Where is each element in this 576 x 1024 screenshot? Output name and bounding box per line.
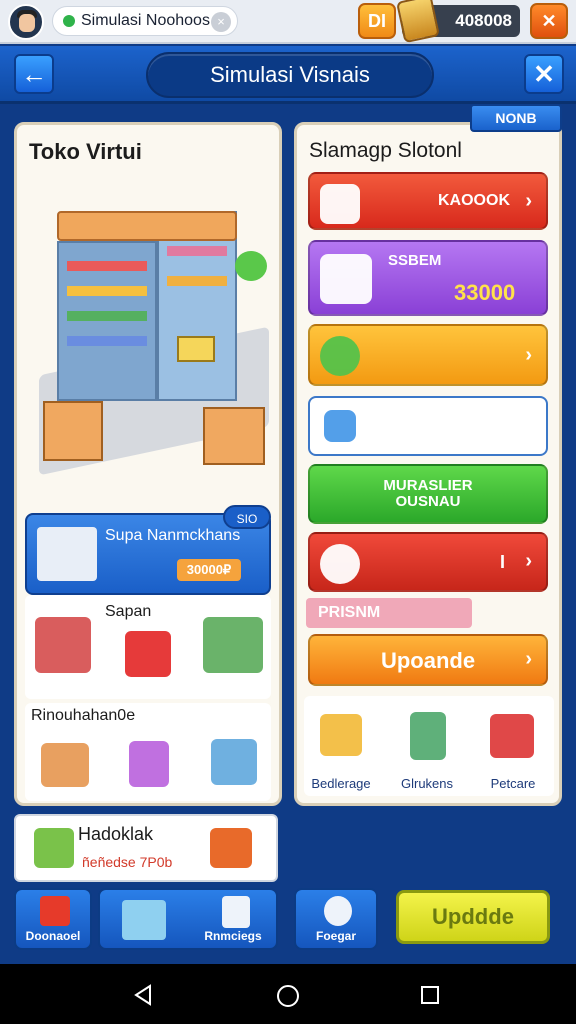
slot-button-5[interactable]: MURASLIER OUSNAU [308, 464, 548, 524]
system-nav-bar [0, 964, 576, 1024]
gift-box-icon[interactable] [129, 741, 169, 787]
chest-icon [210, 828, 252, 868]
back-button[interactable]: ← [14, 54, 54, 94]
box-icon [122, 900, 166, 940]
section-sapan: Sapan [25, 595, 271, 699]
chevron-right-icon: › [525, 344, 532, 366]
close-tab-icon[interactable]: × [211, 12, 231, 32]
chevron-right-icon: › [525, 648, 532, 670]
shopping-cart-icon[interactable] [35, 617, 91, 673]
register-icon[interactable] [211, 739, 257, 785]
page-title: Simulasi Visnais [146, 52, 434, 98]
recents-nav-icon[interactable] [420, 985, 440, 1005]
slot-button-2[interactable]: SSBEM 33000 [308, 240, 548, 316]
tab-pill[interactable]: Simulasi Noohoos × [52, 6, 238, 36]
title-bar: ← Simulasi Visnais ✕ [0, 46, 576, 104]
sofa-icon[interactable] [490, 714, 534, 758]
promo-card[interactable]: Supa Nanmckhans 30000₽ SIO [25, 505, 271, 595]
promo-badge: SIO [223, 505, 271, 529]
slot-button-3[interactable]: › [308, 324, 548, 386]
section-rinouhahan: Rinouhahan0e [25, 703, 271, 801]
slot-button-6[interactable]: I › [308, 532, 548, 592]
slot-button-4[interactable] [308, 396, 548, 456]
section-sapan-title: Sapan [105, 603, 152, 620]
chevron-right-icon: › [525, 550, 532, 572]
bonus-card[interactable]: Hadoklak ñeñedse 7P0b [14, 814, 278, 882]
shelf-icon[interactable] [203, 617, 263, 673]
chevron-right-icon: › [525, 190, 532, 212]
title-badge: NONB [470, 104, 562, 132]
avatar[interactable] [8, 4, 44, 40]
item-row: Bedlerage Glrukens Petcare [304, 696, 554, 796]
edit-icon [324, 410, 356, 442]
back-nav-icon[interactable] [132, 984, 154, 1006]
arcade-machine-icon [320, 254, 372, 304]
nav-tab-foegar[interactable]: Foegar [294, 888, 378, 950]
update-button[interactable]: Upddde [396, 890, 550, 944]
lock-icon [222, 896, 250, 928]
slots-title: Slamagp Slotonl [309, 139, 462, 162]
gold-coin-icon [396, 0, 440, 44]
coin-bag-icon [320, 336, 360, 376]
store-title: Toko Virtui [29, 139, 142, 164]
vending-machine-icon[interactable] [410, 712, 446, 760]
clipboard-icon [40, 896, 70, 926]
home-nav-icon[interactable] [276, 984, 300, 1008]
boxes-icon[interactable] [125, 631, 171, 677]
exit-button[interactable]: ✕ [530, 3, 568, 39]
daily-bonus-button[interactable]: DI [358, 3, 396, 39]
shopper-icon [37, 527, 97, 581]
alarm-clock-icon [320, 544, 360, 584]
tab-title: Simulasi Noohoos [81, 12, 210, 29]
slot-button-1[interactable]: KAOOOK › [308, 172, 548, 230]
store-panel: Toko Virtui Supa Nanmckhans 30000₽ SIO S… [14, 122, 282, 806]
reward-icon [34, 828, 74, 868]
promo-price: 30000₽ [177, 559, 241, 581]
close-button[interactable]: ✕ [524, 54, 564, 94]
upgrade-button[interactable]: Upoande › [308, 634, 548, 686]
gift-box-icon [320, 184, 360, 224]
promo-tag: PRISNM [306, 598, 472, 628]
nav-tab-doonaoel[interactable]: Doonaoel [14, 888, 92, 950]
settings-icon [324, 896, 352, 926]
online-dot-icon [63, 15, 75, 27]
basket-icon[interactable] [41, 743, 89, 787]
top-status-bar: Simulasi Noohoos × DI 408008 ✕ [0, 0, 576, 44]
promo-title: Supa Nanmckhans [105, 527, 241, 544]
store-illustration [27, 171, 275, 501]
nav-tab-rnmciegs[interactable]: Rnmciegs [98, 888, 278, 950]
section-rinouhahan-title: Rinouhahan0e [31, 707, 136, 724]
shopping-cart-icon[interactable] [320, 714, 362, 756]
